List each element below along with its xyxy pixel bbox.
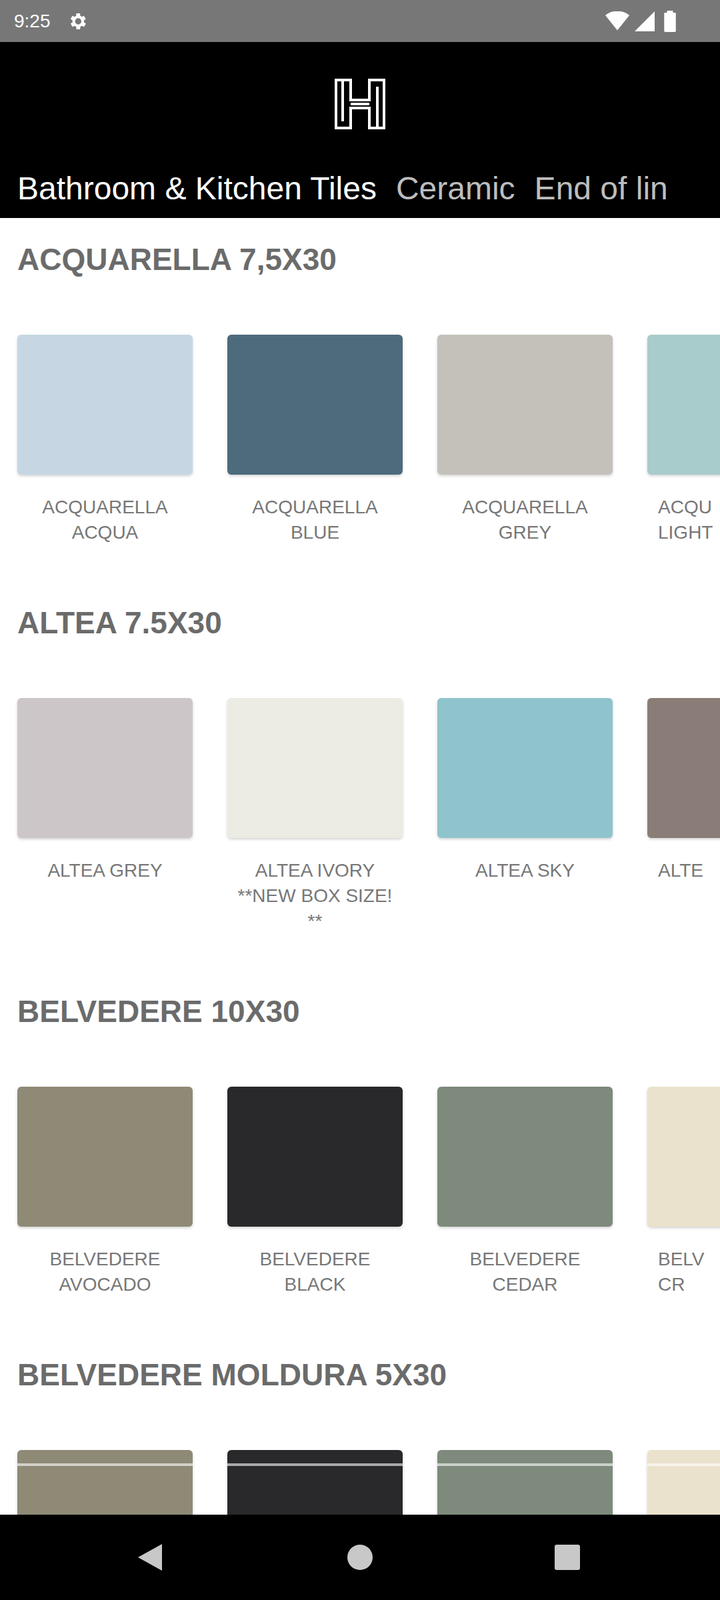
collection-section: ACQUARELLA 7,5X30ACQUARELLA ACQUAACQUARE…	[0, 240, 720, 546]
tile-swatch[interactable]	[647, 1086, 720, 1227]
tile-card[interactable]: ALTEA SKY	[437, 698, 613, 934]
recents-icon	[554, 1544, 581, 1571]
tab[interactable]: Bathroom & Kitchen Tiles	[17, 168, 377, 209]
tile-card[interactable]: BELVEDERE CEDAR	[437, 1086, 613, 1298]
logo[interactable]	[0, 42, 720, 160]
tile-label[interactable]: ALTEA GREY	[17, 858, 193, 884]
tile-row: ACQUARELLA ACQUA ACQUARELLA BLUE ACQUARELL…	[0, 334, 720, 546]
moldura-highlight	[437, 1463, 613, 1466]
collection-title[interactable]: BELVEDERE MOLDURA 5X30	[0, 1356, 720, 1394]
tile-label[interactable]: BELV CR	[647, 1246, 718, 1298]
tile-swatch[interactable]	[437, 1450, 613, 1515]
collection-section: BELVEDERE MOLDURA 5X30	[0, 1356, 720, 1515]
tile-card[interactable]: ACQUARELLA GREY	[437, 334, 613, 546]
tile-card[interactable]	[437, 1450, 613, 1515]
tile-row: BELVEDERE AVOCADO BELVEDERE BLACK BELVEDER…	[0, 1086, 720, 1298]
moldura-highlight	[647, 1463, 720, 1466]
status-time: 9:25	[14, 12, 51, 31]
tile-card[interactable]: ACQUARELLA BLUE	[227, 334, 403, 546]
tile-swatch[interactable]	[437, 698, 613, 838]
signal-icon	[634, 11, 655, 32]
tab-bar: Bathroom & Kitchen Tiles Ceramic End of li…	[0, 159, 720, 218]
tile-label[interactable]: ACQUARELLA BLUE	[227, 494, 403, 546]
collection-section: ALTEA 7.5X30 ALTEA GREY ALTEA IVORY **NEW …	[0, 604, 720, 934]
back-icon	[138, 1544, 162, 1571]
tile-swatch[interactable]	[647, 698, 720, 838]
collection-title[interactable]: ALTEA 7.5X30	[0, 604, 720, 642]
tile-label[interactable]: ACQUARELLA ACQUA	[17, 494, 193, 546]
navigation-bar	[0, 1514, 720, 1600]
tile-swatch[interactable]	[437, 1086, 613, 1227]
status-bar: 9:25	[0, 0, 720, 42]
tile-card[interactable]: ALTE	[647, 698, 720, 934]
tile-swatch[interactable]	[437, 334, 613, 475]
tile-row: ALTEA GREY ALTEA IVORY **NEW BOX SIZE! **…	[0, 698, 720, 934]
battery-icon	[664, 10, 676, 32]
tile-label[interactable]: BELVEDERE AVOCADO	[17, 1246, 193, 1298]
collection-title[interactable]: BELVEDERE 10X30	[0, 992, 720, 1030]
tile-swatch[interactable]	[227, 1086, 403, 1227]
tile-card[interactable]	[227, 1450, 403, 1515]
tile-swatch[interactable]	[227, 1450, 403, 1515]
moldura-highlight	[17, 1463, 193, 1466]
recents-button[interactable]	[420, 1544, 715, 1571]
wifi-icon	[605, 11, 630, 32]
back-button[interactable]	[0, 1544, 300, 1571]
tile-label[interactable]: BELVEDERE BLACK	[227, 1246, 403, 1298]
moldura-highlight	[227, 1463, 403, 1466]
tile-label[interactable]: ALTE	[647, 858, 718, 884]
tile-row	[0, 1450, 720, 1515]
tile-card[interactable]: ALTEA IVORY **NEW BOX SIZE! **	[227, 698, 403, 934]
home-button[interactable]	[300, 1544, 420, 1571]
home-icon	[346, 1544, 374, 1571]
catalog-list: ACQUARELLA 7,5X30ACQUARELLA ACQUAACQUARE…	[0, 218, 720, 1515]
tile-card[interactable]: ALTEA GREY	[17, 698, 193, 934]
tile-card[interactable]: BELVEDERE BLACK	[227, 1086, 403, 1298]
tab[interactable]: End of lin	[534, 168, 668, 209]
tile-label[interactable]: BELVEDERE CEDAR	[437, 1246, 613, 1298]
tile-card[interactable]: BELVEDERE AVOCADO	[17, 1086, 193, 1298]
tile-swatch[interactable]	[17, 334, 193, 475]
tile-label[interactable]: ALTEA SKY	[437, 858, 613, 884]
tile-swatch[interactable]	[17, 1450, 193, 1515]
logo-icon	[334, 78, 386, 130]
tile-card[interactable]: ACQUARELLA ACQUA	[17, 334, 193, 546]
collection-section: BELVEDERE 10X30BELVEDERE AVOCADOBELVEDER…	[0, 992, 720, 1298]
tile-swatch[interactable]	[17, 1086, 193, 1227]
tile-swatch[interactable]	[227, 334, 403, 475]
collection-title[interactable]: ACQUARELLA 7,5X30	[0, 240, 720, 278]
tab[interactable]: Ceramic	[396, 168, 516, 209]
tile-card[interactable]	[17, 1450, 193, 1515]
tile-card[interactable]: BELV CR	[647, 1086, 720, 1298]
tile-swatch[interactable]	[17, 698, 193, 838]
tile-label[interactable]: ALTEA IVORY **NEW BOX SIZE! **	[227, 858, 403, 934]
gear-icon	[66, 10, 88, 32]
tile-swatch[interactable]	[647, 334, 720, 475]
tile-label[interactable]: ACQUARELLA GREY	[437, 494, 613, 546]
tile-card[interactable]	[647, 1450, 720, 1515]
tile-card[interactable]: ACQU LIGHT	[647, 334, 720, 546]
app-header: Bathroom & Kitchen Tiles Ceramic End of li…	[0, 42, 720, 218]
tile-label[interactable]: ACQU LIGHT	[647, 494, 718, 546]
tile-swatch[interactable]	[227, 698, 403, 838]
tile-swatch[interactable]	[647, 1450, 720, 1515]
